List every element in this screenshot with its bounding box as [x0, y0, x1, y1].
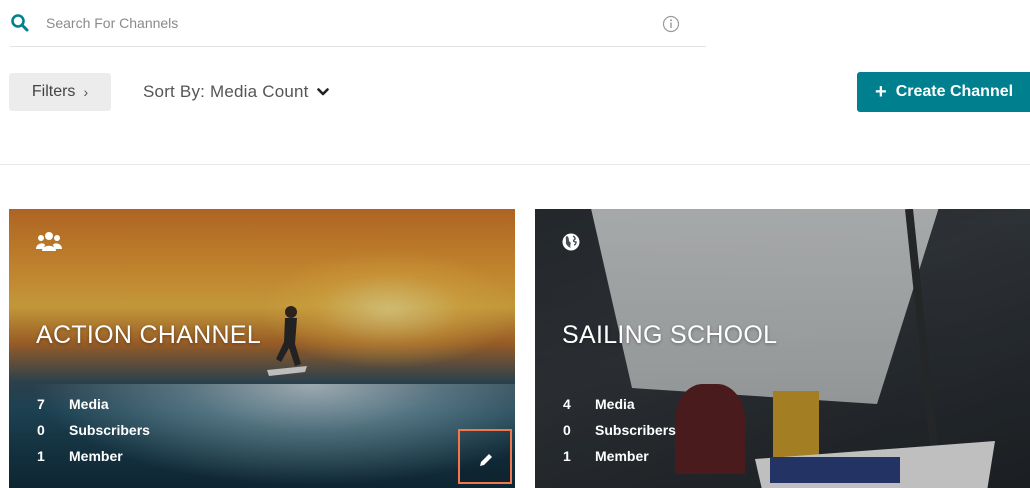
chevron-down-icon	[316, 88, 329, 96]
channel-card[interactable]: SAILING SCHOOL 4 Media 0 Subscribers 1 M…	[535, 209, 1030, 488]
search-input[interactable]	[46, 10, 646, 36]
filters-button[interactable]: Filters ›	[9, 73, 111, 111]
create-channel-button[interactable]: + Create Channel	[857, 72, 1030, 112]
stat-row: 4 Media	[563, 391, 676, 417]
stat-row: 7 Media	[37, 391, 150, 417]
globe-icon	[562, 233, 580, 251]
stat-count: 4	[563, 396, 571, 412]
stat-label: Media	[69, 396, 109, 412]
chevron-right-icon: ›	[83, 84, 89, 100]
stat-count: 1	[37, 448, 45, 464]
stat-count: 1	[563, 448, 571, 464]
filters-label: Filters	[31, 83, 76, 100]
search-icon[interactable]	[10, 13, 30, 33]
stat-label: Subscribers	[595, 422, 676, 438]
channel-title[interactable]: ACTION CHANNEL	[36, 321, 261, 350]
channel-card[interactable]: ACTION CHANNEL 7 Media 0 Subscribers 1 M…	[9, 209, 515, 488]
channel-stats: 7 Media 0 Subscribers 1 Member	[37, 391, 150, 469]
divider	[0, 164, 1030, 165]
stat-label: Media	[595, 396, 635, 412]
stat-label: Member	[69, 448, 123, 464]
create-channel-label: Create Channel	[895, 83, 1014, 100]
stat-count: 0	[37, 422, 45, 438]
edit-channel-button[interactable]	[458, 429, 512, 484]
search-bar	[10, 0, 706, 47]
pencil-icon	[480, 453, 492, 466]
sort-dropdown[interactable]: Sort By: Media Count	[143, 82, 329, 102]
stat-row: 1 Member	[563, 443, 676, 469]
info-icon[interactable]	[662, 15, 680, 33]
plus-icon: +	[875, 81, 887, 103]
channel-stats: 4 Media 0 Subscribers 1 Member	[563, 391, 676, 469]
stat-row: 1 Member	[37, 443, 150, 469]
stat-label: Subscribers	[69, 422, 150, 438]
stat-row: 0 Subscribers	[37, 417, 150, 443]
sort-label: Sort By: Media Count	[143, 82, 309, 101]
group-icon	[36, 232, 62, 251]
stat-label: Member	[595, 448, 649, 464]
channel-title[interactable]: SAILING SCHOOL	[562, 321, 777, 350]
stat-count: 0	[563, 422, 571, 438]
stat-count: 7	[37, 396, 45, 412]
stat-row: 0 Subscribers	[563, 417, 676, 443]
